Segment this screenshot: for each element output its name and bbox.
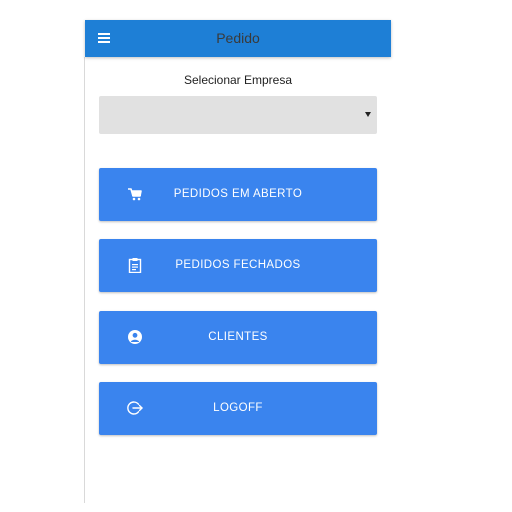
logoff-button[interactable]: LOGOFF [99, 382, 377, 435]
open-orders-button[interactable]: PEDIDOS EM ABERTO [99, 168, 377, 221]
page-title: Pedido [216, 30, 260, 46]
app-toolbar: Pedido [85, 20, 391, 57]
clients-label: CLIENTES [208, 331, 268, 343]
company-select[interactable] [99, 96, 377, 134]
closed-orders-label: PEDIDOS FECHADOS [175, 259, 301, 271]
open-orders-label: PEDIDOS EM ABERTO [173, 188, 303, 200]
closed-orders-button[interactable]: PEDIDOS FECHADOS [99, 239, 377, 292]
screen: Pedido Selecionar Empresa PEDIDOS EM ABE… [0, 0, 512, 512]
hamburger-menu-icon[interactable] [98, 33, 110, 43]
clients-button[interactable]: CLIENTES [99, 311, 377, 364]
dropdown-arrow-icon [365, 112, 371, 117]
logoff-label: LOGOFF [213, 402, 263, 414]
company-select-label: Selecionar Empresa [183, 73, 293, 87]
app-container: Pedido Selecionar Empresa PEDIDOS EM ABE… [85, 20, 391, 503]
